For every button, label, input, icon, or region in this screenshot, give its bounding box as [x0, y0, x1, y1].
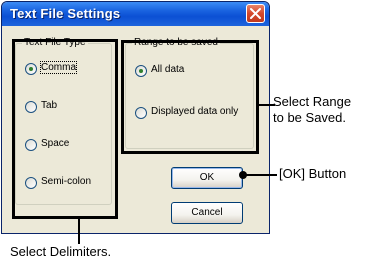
range-annotation-line2: to be Saved. [273, 110, 346, 125]
close-button[interactable] [246, 4, 265, 23]
ok-callout-line [245, 174, 277, 176]
stage: Text File Settings Text File Type Comma … [0, 0, 372, 264]
title-bar: Text File Settings [2, 2, 269, 26]
range-annotation-line1: Select Range [273, 94, 352, 109]
delimiters-highlight-box [12, 39, 118, 219]
delimiters-annotation: Select Delimiters. [10, 244, 112, 259]
ok-button-annotation: [OK] Button [279, 166, 347, 181]
cancel-button[interactable]: Cancel [171, 202, 243, 224]
ok-button[interactable]: OK [171, 167, 243, 189]
dialog-title: Text File Settings [10, 6, 121, 21]
range-highlight-box [121, 40, 259, 154]
close-icon [250, 8, 261, 19]
delimiters-callout-line [78, 218, 80, 244]
